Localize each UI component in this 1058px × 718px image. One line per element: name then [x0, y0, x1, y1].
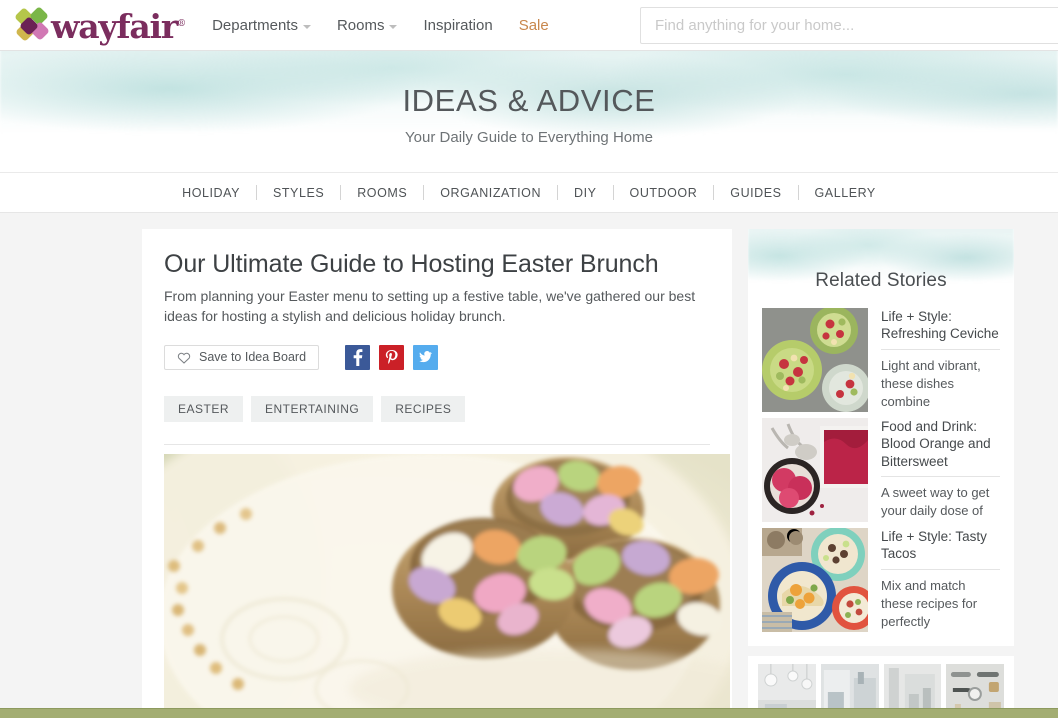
story-thumbnail: [762, 308, 868, 412]
related-stories-list: Life + Style: Refreshing Ceviche Light a…: [748, 308, 1014, 638]
related-story-item[interactable]: Food and Drink: Blood Orange and Bitters…: [762, 418, 1000, 528]
related-stories-title: Related Stories: [815, 270, 947, 291]
category-gallery[interactable]: GALLERY: [799, 186, 892, 200]
chevron-down-icon: [302, 25, 311, 29]
tacos-photo: [762, 528, 868, 632]
blood-orange-sorbet-photo: [762, 418, 868, 522]
category-outdoor[interactable]: OUTDOOR: [614, 186, 714, 200]
heart-icon: [177, 352, 191, 364]
category-guides[interactable]: GUIDES: [714, 186, 797, 200]
tag-entertaining[interactable]: ENTERTAINING: [251, 395, 374, 422]
logo-wordmark-text: wayfair: [51, 6, 178, 46]
search-input[interactable]: [640, 7, 1058, 44]
hero-banner: IDEAS & ADVICE Your Daily Guide to Every…: [0, 51, 1058, 173]
share-pinterest-button[interactable]: [379, 344, 405, 370]
story-headline: Food and Drink: Blood Orange and Bitters…: [881, 418, 1000, 477]
category-nav: HOLIDAY STYLES ROOMS ORGANIZATION DIY OU…: [0, 173, 1058, 213]
nav-item-inspiration[interactable]: Inspiration: [423, 17, 492, 34]
related-story-item[interactable]: Life + Style: Tasty Tacos Mix and match …: [762, 528, 1000, 638]
story-description: A sweet way to get your daily dose of: [881, 484, 990, 518]
facebook-icon: [353, 348, 363, 366]
page-title: IDEAS & ADVICE: [402, 83, 656, 118]
category-rooms[interactable]: ROOMS: [341, 186, 423, 200]
story-description: Mix and match these recipes for perfectl…: [881, 577, 978, 629]
ceviche-photo: [762, 308, 868, 412]
tag-easter[interactable]: EASTER: [164, 395, 244, 422]
article-title: Our Ultimate Guide to Hosting Easter Bru…: [164, 250, 659, 278]
save-to-idea-board-button[interactable]: Save to Idea Board: [164, 344, 320, 370]
nav-item-rooms[interactable]: Rooms: [337, 17, 398, 34]
nav-label: Sale: [518, 16, 549, 34]
related-stories-card: Related Stories Life + Style: Refreshing…: [748, 229, 1014, 646]
sidebar: Related Stories Life + Style: Refreshing…: [748, 229, 1014, 718]
logo-wordmark: wayfair®: [51, 10, 186, 43]
article-description: From planning your Easter menu to settin…: [164, 288, 696, 324]
tag-list: EASTER ENTERTAINING RECIPES: [164, 395, 710, 422]
twitter-bird-icon: [419, 351, 433, 363]
primary-nav: Departments Rooms Inspiration Sale: [212, 17, 549, 34]
story-headline: Life + Style: Refreshing Ceviche: [881, 308, 1000, 350]
registered-mark: ®: [177, 18, 187, 29]
chevron-down-icon: [389, 25, 398, 29]
page-content: Our Ultimate Guide to Hosting Easter Bru…: [0, 213, 1058, 718]
search-box: [640, 7, 1058, 44]
save-button-label: Save to Idea Board: [199, 350, 307, 365]
share-toolbar: Save to Idea Board: [164, 344, 710, 370]
nav-item-departments[interactable]: Departments: [212, 17, 311, 34]
category-holiday[interactable]: HOLIDAY: [166, 186, 256, 200]
page-tagline: Your Daily Guide to Everything Home: [405, 129, 653, 147]
nav-label: Departments: [212, 16, 298, 34]
nav-label: Inspiration: [423, 16, 493, 34]
share-twitter-button[interactable]: [413, 344, 439, 370]
nav-item-sale[interactable]: Sale: [519, 17, 549, 34]
story-thumbnail: [762, 528, 868, 632]
wayfair-logo[interactable]: wayfair®: [14, 6, 186, 43]
story-thumbnail: [762, 418, 868, 522]
pinterest-icon: [385, 349, 398, 364]
story-description: Light and vibrant, these dishes combine: [881, 357, 981, 409]
share-facebook-button[interactable]: [345, 344, 371, 370]
tag-recipes[interactable]: RECIPES: [381, 395, 466, 422]
nav-label: Rooms: [336, 16, 385, 34]
easter-nests-photo: [164, 453, 730, 716]
article-card: Our Ultimate Guide to Hosting Easter Bru…: [142, 229, 732, 718]
category-styles[interactable]: STYLES: [257, 186, 340, 200]
divider: [164, 443, 710, 445]
category-diy[interactable]: DIY: [558, 186, 613, 200]
category-organization[interactable]: ORGANIZATION: [424, 186, 557, 200]
related-story-item[interactable]: Life + Style: Refreshing Ceviche Light a…: [762, 308, 1000, 418]
page-bottom-bar: [0, 708, 1058, 718]
site-header: wayfair® Departments Rooms Inspiration S…: [0, 0, 1058, 51]
wayfair-pinwheel-logo: [14, 6, 50, 42]
article-hero-image: [164, 453, 730, 716]
story-headline: Life + Style: Tasty Tacos: [881, 528, 1000, 570]
